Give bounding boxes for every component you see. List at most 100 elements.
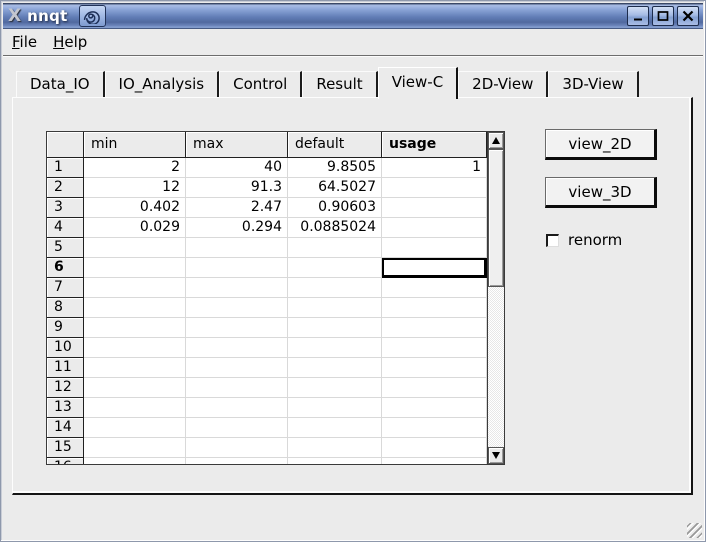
table-cell[interactable] [382, 418, 487, 438]
row-header[interactable]: 3 [47, 198, 84, 218]
row-header[interactable]: 6 [47, 258, 84, 278]
minimize-button[interactable] [627, 6, 649, 26]
table-cell[interactable] [288, 458, 382, 464]
titlebar[interactable]: X nnqt [3, 3, 703, 29]
table-cell[interactable] [288, 278, 382, 298]
table-cell[interactable] [382, 198, 487, 218]
table-cell[interactable] [84, 458, 186, 464]
table-cell[interactable] [382, 178, 487, 198]
table-cell[interactable]: 0.402 [84, 198, 186, 218]
table-cell[interactable] [84, 398, 186, 418]
table-cell[interactable] [84, 418, 186, 438]
scrollbar-thumb[interactable] [488, 149, 504, 287]
table-cell[interactable] [84, 258, 186, 278]
row-header[interactable]: 2 [47, 178, 84, 198]
view-3d-button[interactable]: view_3D [545, 177, 657, 208]
row-header[interactable]: 12 [47, 378, 84, 398]
table-cell[interactable] [186, 398, 288, 418]
table-cell[interactable] [84, 378, 186, 398]
table-cell[interactable] [382, 338, 487, 358]
table-cell[interactable] [382, 298, 487, 318]
menu-help[interactable]: Help [53, 33, 87, 51]
tab-control[interactable]: Control [219, 71, 302, 97]
table-cell[interactable] [288, 398, 382, 418]
scroll-up-button[interactable] [488, 132, 504, 149]
table-cell[interactable] [382, 238, 487, 258]
table-cell[interactable] [288, 318, 382, 338]
table-cell[interactable] [84, 278, 186, 298]
table-cell[interactable] [186, 278, 288, 298]
table-cell[interactable] [186, 298, 288, 318]
table-cell[interactable] [288, 258, 382, 278]
table-cell[interactable] [382, 398, 487, 418]
renorm-checkbox-row[interactable]: renorm [546, 231, 622, 249]
table-cell[interactable] [382, 458, 487, 464]
table-cell[interactable] [186, 458, 288, 464]
renorm-checkbox[interactable] [546, 234, 559, 247]
table-cell[interactable]: 40 [186, 158, 288, 178]
table-cell[interactable] [288, 378, 382, 398]
table-cell[interactable]: 0.90603 [288, 198, 382, 218]
table-cell[interactable] [186, 358, 288, 378]
table-cell[interactable] [288, 418, 382, 438]
tab-view-c[interactable]: View-C [378, 67, 458, 99]
table-cell[interactable] [382, 318, 487, 338]
table-cell[interactable] [186, 378, 288, 398]
row-header[interactable]: 15 [47, 438, 84, 458]
table-cell[interactable] [186, 438, 288, 458]
scrollbar-track[interactable] [488, 149, 504, 447]
table-cell[interactable] [382, 278, 487, 298]
table-cell[interactable]: 64.5027 [288, 178, 382, 198]
table-cell[interactable]: 91.3 [186, 178, 288, 198]
maximize-button[interactable] [652, 6, 674, 26]
row-header[interactable]: 1 [47, 158, 84, 178]
vertical-scrollbar[interactable] [487, 132, 504, 464]
table-cell[interactable] [84, 238, 186, 258]
table-cell[interactable]: 2.47 [186, 198, 288, 218]
tab-3d-view[interactable]: 3D-View [548, 71, 638, 97]
column-header-min[interactable]: min [84, 132, 186, 158]
column-header-usage[interactable]: usage [382, 132, 487, 158]
row-header[interactable]: 11 [47, 358, 84, 378]
row-header[interactable]: 8 [47, 298, 84, 318]
row-header[interactable]: 10 [47, 338, 84, 358]
table-cell[interactable] [186, 258, 288, 278]
row-header[interactable]: 4 [47, 218, 84, 238]
row-header[interactable]: 9 [47, 318, 84, 338]
table-cell[interactable] [186, 238, 288, 258]
table-cell[interactable] [84, 358, 186, 378]
table-cell[interactable] [288, 358, 382, 378]
table-cell[interactable] [186, 338, 288, 358]
table-cell[interactable] [186, 418, 288, 438]
x11-logo-icon[interactable]: X [7, 8, 22, 25]
table-cell[interactable] [84, 438, 186, 458]
table-corner-cell[interactable] [47, 132, 84, 158]
tab-io-analysis[interactable]: IO_Analysis [105, 71, 220, 97]
table-cell[interactable] [382, 378, 487, 398]
tab-2d-view[interactable]: 2D-View [458, 71, 548, 97]
view-2d-button[interactable]: view_2D [545, 129, 657, 160]
table-cell[interactable]: 0.294 [186, 218, 288, 238]
table-cell[interactable]: 1 [382, 158, 487, 178]
row-header[interactable]: 14 [47, 418, 84, 438]
row-header[interactable]: 13 [47, 398, 84, 418]
table-cell[interactable] [84, 318, 186, 338]
table-cell[interactable] [84, 298, 186, 318]
table-cell[interactable]: 2 [84, 158, 186, 178]
table-cell[interactable]: 9.8505 [288, 158, 382, 178]
table-cell[interactable] [382, 438, 487, 458]
table-cell[interactable] [382, 358, 487, 378]
table-cell[interactable]: 12 [84, 178, 186, 198]
column-header-default[interactable]: default [288, 132, 382, 158]
row-header[interactable]: 5 [47, 238, 84, 258]
table-cell[interactable] [288, 338, 382, 358]
row-header[interactable]: 16 [47, 458, 84, 464]
row-header[interactable]: 7 [47, 278, 84, 298]
tab-data-io[interactable]: Data_IO [16, 71, 105, 97]
table-cell[interactable] [288, 238, 382, 258]
table-cell[interactable]: 0.0885024 [288, 218, 382, 238]
table-cell[interactable] [186, 318, 288, 338]
column-header-max[interactable]: max [186, 132, 288, 158]
menu-file[interactable]: File [12, 33, 37, 51]
resize-grip-icon[interactable] [687, 523, 702, 538]
